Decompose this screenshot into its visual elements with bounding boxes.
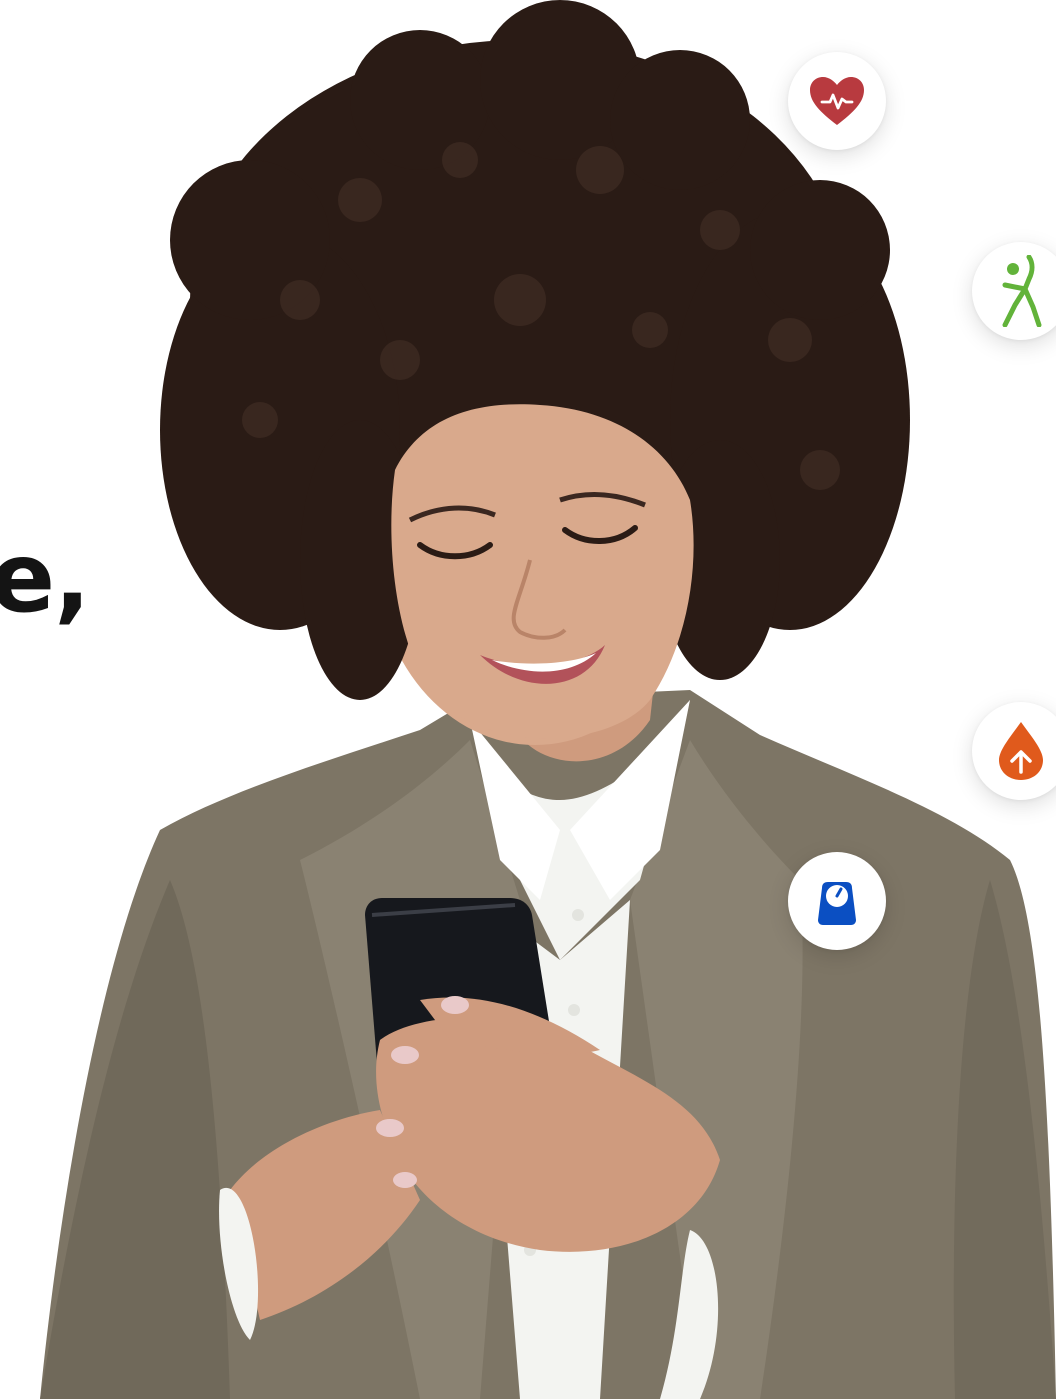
hero-section: e,: [0, 0, 1056, 1399]
heart-rate-badge[interactable]: [788, 52, 886, 150]
stretching-person-icon: [1002, 255, 1042, 327]
weight-scale-icon: [818, 882, 856, 925]
person-photo: [40, 0, 1056, 1399]
weight-badge[interactable]: [788, 852, 886, 950]
heart-rate-icon: [810, 77, 864, 125]
blood-sugar-up-icon: [999, 722, 1043, 780]
